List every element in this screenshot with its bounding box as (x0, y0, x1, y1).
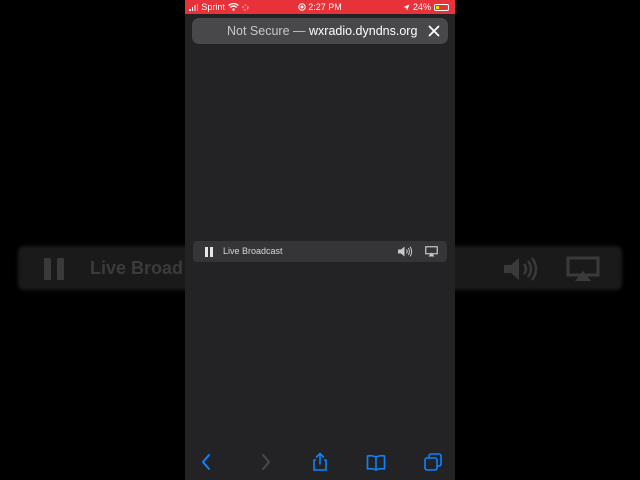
close-icon[interactable] (426, 23, 442, 39)
tabs-icon[interactable] (423, 452, 443, 472)
forward-icon[interactable] (255, 452, 275, 472)
back-icon[interactable] (197, 452, 217, 472)
share-icon[interactable] (310, 452, 330, 472)
status-right: 24% (403, 2, 449, 12)
url-display[interactable]: Not Secure — wxradio.dyndns.org (227, 24, 417, 38)
player-label: Live Broadcast (223, 246, 283, 256)
browser-toolbar (185, 444, 455, 480)
battery-icon (434, 3, 449, 11)
background-airplay-icon (566, 256, 600, 281)
location-icon (403, 4, 410, 10)
volume-icon[interactable] (397, 246, 413, 257)
security-label: Not Secure — (227, 24, 306, 38)
airplay-icon[interactable] (425, 246, 438, 257)
status-bar: Sprint 2:27 PM 24% (185, 0, 455, 14)
phone-screen: Sprint 2:27 PM 24% Not Secure — wxradio.… (185, 0, 455, 480)
background-volume-icon (504, 257, 538, 281)
background-pause-icon (44, 258, 64, 280)
address-bar[interactable]: Not Secure — wxradio.dyndns.org (192, 18, 448, 44)
pause-button[interactable] (205, 247, 213, 257)
domain-label: wxradio.dyndns.org (309, 24, 418, 38)
background-label: Live Broad (90, 258, 184, 278)
status-time: 2:27 PM (308, 2, 342, 12)
screen-recording-icon (298, 3, 306, 11)
bookmarks-icon[interactable] (366, 452, 386, 472)
battery-percent: 24% (412, 2, 431, 12)
audio-player: Live Broadcast (193, 241, 447, 262)
